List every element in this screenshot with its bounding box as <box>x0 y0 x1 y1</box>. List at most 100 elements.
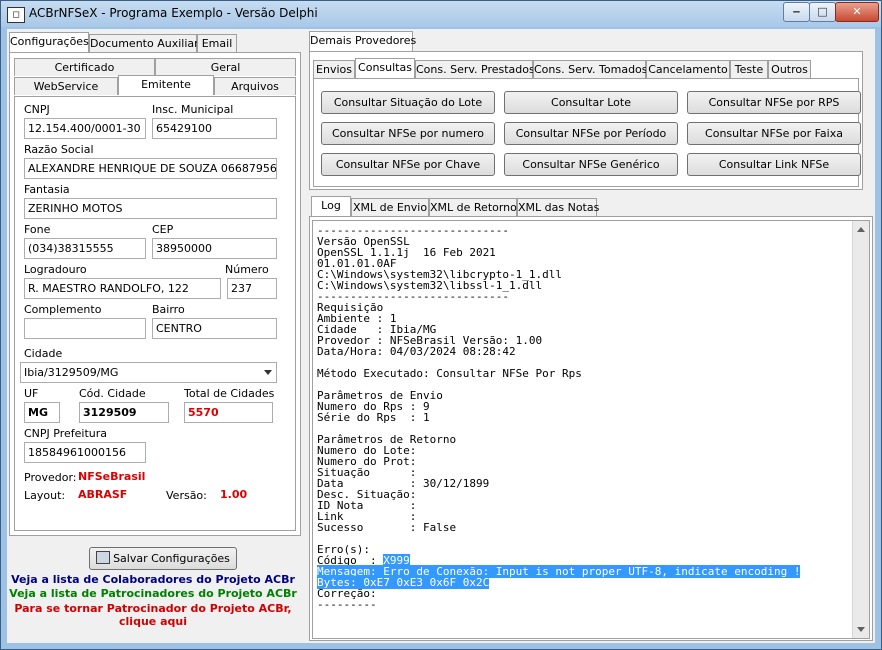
tab-cons-serv-prestados[interactable]: Cons. Serv. Prestados <box>415 60 535 78</box>
complemento-label: Complemento <box>24 303 102 316</box>
scroll-up-icon[interactable] <box>857 227 865 232</box>
tab-email[interactable]: Email <box>197 34 237 52</box>
chevron-down-icon[interactable] <box>264 370 272 375</box>
uf-label: UF <box>24 387 39 400</box>
tab-certificado[interactable]: Certificado <box>14 58 155 76</box>
numero-label: Número <box>225 263 269 276</box>
config-panel: Certificado Geral WebService Emitente Ar… <box>9 52 301 536</box>
operation-tab-row: Envios Consultas Cons. Serv. Prestados C… <box>313 58 833 79</box>
link-clique-aqui[interactable]: clique aqui <box>7 615 299 628</box>
save-config-label: Salvar Configurações <box>113 552 230 565</box>
tab-envios[interactable]: Envios <box>313 60 355 78</box>
provider-panel: Envios Consultas Cons. Serv. Prestados C… <box>309 51 863 190</box>
right-panel: Demais Provedores Envios Consultas Cons.… <box>307 29 875 643</box>
scroll-down-icon[interactable] <box>857 627 865 632</box>
log-tab-row: Log XML de Envio XML de Retorno XML das … <box>311 196 611 217</box>
tab-outros[interactable]: Outros <box>768 60 811 78</box>
link-colaboradores[interactable]: Veja a lista de Colaboradores do Projeto… <box>7 573 299 586</box>
minimize-button[interactable]: ‒ <box>783 2 810 22</box>
client-area: Configurações Documento Auxiliar Email C… <box>7 29 875 643</box>
main-tab-row: Configurações Documento Auxiliar Email <box>9 32 301 53</box>
log-memo[interactable]: ----------------------------- Versão Ope… <box>312 220 870 639</box>
logradouro-field[interactable]: R. MAESTRO RANDOLFO, 122 <box>24 278 221 299</box>
app-icon: ◻ <box>7 7 25 23</box>
cep-label: CEP <box>152 223 174 236</box>
tab-configuracoes[interactable]: Configurações <box>9 32 89 52</box>
log-container: ----------------------------- Versão Ope… <box>312 220 872 640</box>
title-bar[interactable]: ◻ ACBrNFSeX - Programa Exemplo - Versão … <box>1 1 881 27</box>
link-patrocinadores[interactable]: Veja a lista de Patrocinadores do Projet… <box>7 587 299 600</box>
versao-label: Versão: <box>166 489 207 502</box>
layout-value: ABRASF <box>78 488 128 501</box>
tab-cancelamento[interactable]: Cancelamento <box>646 60 730 78</box>
left-panel: Configurações Documento Auxiliar Email C… <box>7 29 303 643</box>
razao-label: Razão Social <box>24 143 94 156</box>
tab-xml-notas[interactable]: XML das Notas <box>517 198 599 216</box>
tab-emitente[interactable]: Emitente <box>118 75 214 95</box>
bairro-label: Bairro <box>152 303 185 316</box>
consultar-nfse-periodo-button[interactable]: Consultar NFSe por Período <box>504 122 678 145</box>
im-label: Insc. Municipal <box>152 103 234 116</box>
fantasia-label: Fantasia <box>24 183 70 196</box>
razao-field[interactable]: ALEXANDRE HENRIQUE DE SOUZA 06687956620 <box>24 158 277 179</box>
cod-cidade-label: Cód. Cidade <box>79 387 146 400</box>
tab-arquivos[interactable]: Arquivos <box>214 77 296 95</box>
tab-xml-retorno[interactable]: XML de Retorno <box>429 198 517 216</box>
im-field[interactable]: 65429100 <box>152 118 277 139</box>
consultar-nfse-chave-button[interactable]: Consultar NFSe por Chave <box>321 153 495 176</box>
emitente-panel: CNPJ 12.154.400/0001-30 Insc. Municipal … <box>14 96 296 531</box>
layout-label: Layout: <box>24 489 66 502</box>
main-window: ◻ ACBrNFSeX - Programa Exemplo - Versão … <box>0 0 882 650</box>
tab-demais-provedores[interactable]: Demais Provedores <box>309 31 416 51</box>
complemento-field[interactable] <box>24 318 146 339</box>
tab-consultas[interactable]: Consultas <box>355 58 415 78</box>
logradouro-label: Logradouro <box>24 263 87 276</box>
tab-log[interactable]: Log <box>311 196 351 216</box>
consultar-nfse-rps-button[interactable]: Consultar NFSe por RPS <box>687 91 861 114</box>
cnpj-field[interactable]: 12.154.400/0001-30 <box>24 118 146 139</box>
log-scrollbar[interactable] <box>852 221 869 638</box>
tab-cons-serv-tomados[interactable]: Cons. Serv. Tomados <box>533 60 648 78</box>
consultar-nfse-generico-button[interactable]: Consultar NFSe Genérico <box>504 153 678 176</box>
cidade-label: Cidade <box>24 347 63 360</box>
provedor-label: Provedor: <box>24 471 77 484</box>
fone-field[interactable]: (034)38315555 <box>24 238 146 259</box>
tab-geral[interactable]: Geral <box>155 58 296 76</box>
close-button[interactable]: ✕ <box>835 2 879 22</box>
fone-label: Fone <box>24 223 51 236</box>
provedor-value: NFSeBrasil <box>78 470 146 483</box>
consultar-situacao-lote-button[interactable]: Consultar Situação do Lote <box>321 91 495 114</box>
maximize-button[interactable]: □ <box>809 2 836 22</box>
consultar-nfse-numero-button[interactable]: Consultar NFSe por numero <box>321 122 495 145</box>
consultas-panel: Consultar Situação do Lote Consultar Lot… <box>313 78 861 187</box>
tab-xml-envio[interactable]: XML de Envio <box>351 198 429 216</box>
consultar-link-nfse-button[interactable]: Consultar Link NFSe <box>687 153 861 176</box>
log-tail: Correção: --------- <box>317 587 377 611</box>
cod-cidade-field[interactable]: 3129509 <box>79 402 169 423</box>
disk-icon <box>96 551 111 564</box>
tab-documento-auxiliar[interactable]: Documento Auxiliar <box>89 34 199 52</box>
cnpj-prefeitura-field[interactable]: 18584961000156 <box>24 442 146 463</box>
fantasia-field[interactable]: ZERINHO MOTOS <box>24 198 277 219</box>
total-cidades-field: 5570 <box>184 402 273 423</box>
tab-webservice[interactable]: WebService <box>14 77 118 95</box>
log-text: ----------------------------- Versão Ope… <box>313 221 869 610</box>
tab-teste[interactable]: Teste <box>730 60 768 78</box>
log-panel: ----------------------------- Versão Ope… <box>309 216 873 641</box>
link-tornar-patrocinador[interactable]: Para se tornar Patrocinador do Projeto A… <box>7 602 299 615</box>
log-body: ----------------------------- Versão Ope… <box>317 224 582 567</box>
cnpj-label: CNPJ <box>24 103 50 116</box>
consultar-lote-button[interactable]: Consultar Lote <box>504 91 678 114</box>
bairro-field[interactable]: CENTRO <box>152 318 277 339</box>
cidade-select[interactable]: Ibia/3129509/MG <box>20 362 277 383</box>
numero-field[interactable]: 237 <box>227 278 277 299</box>
cep-field[interactable]: 38950000 <box>152 238 277 259</box>
provider-tab-row: Demais Provedores <box>309 31 509 52</box>
versao-value: 1.00 <box>220 488 248 501</box>
save-config-button[interactable]: Salvar Configurações <box>89 547 237 570</box>
consultar-nfse-faixa-button[interactable]: Consultar NFSe por Faixa <box>687 122 861 145</box>
uf-field[interactable]: MG <box>24 402 60 423</box>
sub-tab-row2: WebService Emitente Arquivos <box>14 75 296 96</box>
cnpj-prefeitura-label: CNPJ Prefeitura <box>24 427 108 440</box>
cidade-value: Ibia/3129509/MG <box>24 366 119 379</box>
